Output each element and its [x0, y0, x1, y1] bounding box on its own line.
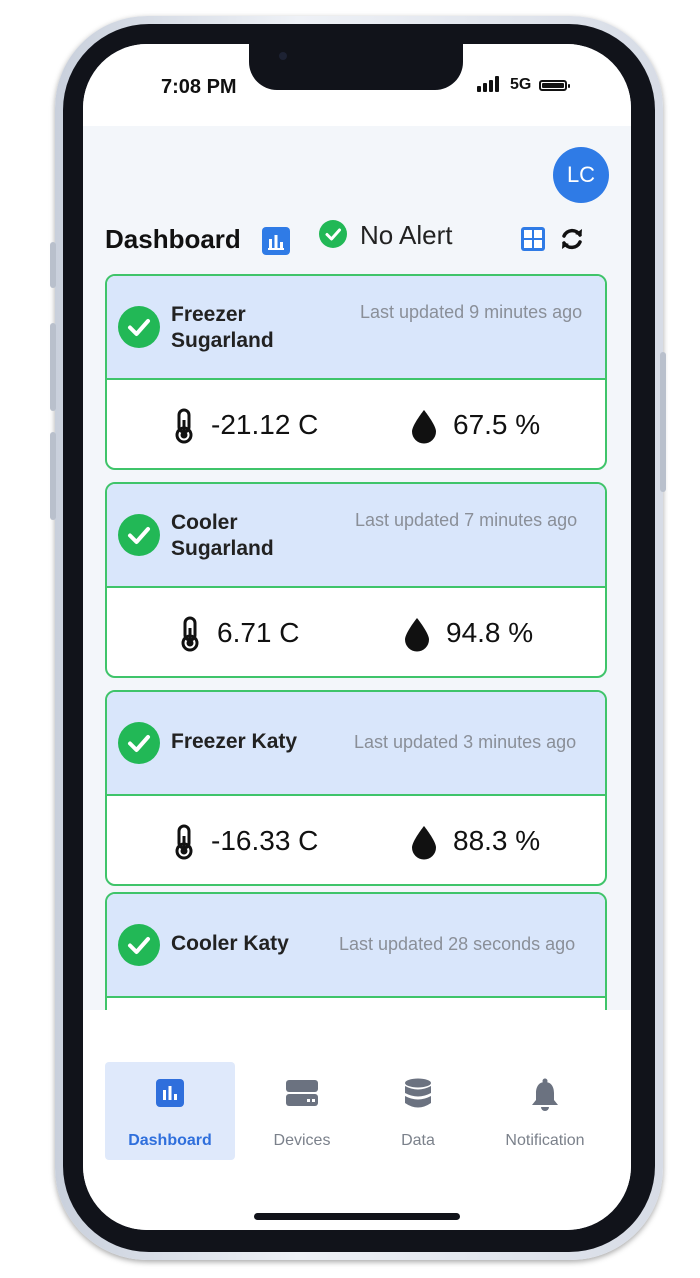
bar-chart-icon [155, 1078, 185, 1113]
volume-down-button [50, 432, 56, 520]
status-bar: 7:08 PM 5G [83, 44, 631, 126]
device-name: Freezer Sugarland [171, 303, 274, 352]
device-name: Cooler Sugarland [171, 511, 274, 560]
device-card[interactable]: Cooler Katy Last updated 28 seconds ago [105, 892, 607, 1010]
temperature-value: -21.12 C [211, 409, 319, 440]
user-avatar[interactable]: LC [553, 147, 609, 203]
bar-chart-icon [262, 227, 290, 255]
humidity-value: 94.8 % [446, 617, 534, 648]
status-check-icon [118, 722, 160, 764]
signal-icon [477, 76, 499, 92]
thermometer-icon [173, 408, 195, 444]
nav-label: Dashboard [128, 1132, 212, 1149]
status-time: 7:08 PM [161, 76, 237, 98]
status-check-icon [118, 514, 160, 556]
page-title: Dashboard [105, 224, 241, 254]
nav-dashboard[interactable]: Dashboard [105, 1062, 235, 1160]
nav-data[interactable]: Data [353, 1062, 483, 1160]
device-readings: 6.71 C 94.8 % [107, 588, 605, 676]
device-readings: -16.33 C 88.3 % [107, 796, 605, 884]
power-button [660, 352, 666, 492]
humidity-value: 67.5 % [453, 409, 541, 440]
last-updated: Last updated 7 minutes ago [355, 510, 578, 530]
humidity-drop-icon [402, 616, 432, 652]
alert-status: No Alert [360, 220, 453, 250]
nav-label: Devices [273, 1132, 331, 1149]
alert-check-icon [319, 220, 347, 248]
server-icon [285, 1078, 319, 1113]
humidity-drop-icon [409, 824, 439, 860]
device-name: Freezer Katy [171, 730, 298, 753]
home-indicator[interactable] [254, 1213, 460, 1220]
mute-switch [50, 242, 56, 288]
nav-label: Data [401, 1132, 435, 1149]
device-card-header: Cooler Sugarland Last updated 7 minutes … [107, 484, 605, 588]
refresh-icon[interactable] [557, 224, 587, 254]
nav-label: Notification [505, 1132, 585, 1149]
bell-icon [530, 1078, 560, 1117]
thermometer-icon [179, 616, 201, 652]
nav-notification[interactable]: Notification [480, 1062, 610, 1160]
temperature-value: -16.33 C [211, 825, 319, 856]
device-card-header: Freezer Katy Last updated 3 minutes ago [107, 692, 605, 796]
bottom-nav: Dashboard Devices Data Notification [83, 1010, 631, 1230]
status-check-icon [118, 306, 160, 348]
battery-icon [539, 80, 570, 91]
nav-devices[interactable]: Devices [237, 1062, 367, 1160]
thermometer-icon [173, 824, 195, 860]
database-icon [403, 1078, 433, 1117]
volume-up-button [50, 323, 56, 411]
device-readings: -21.12 C 67.5 % [107, 380, 605, 468]
device-card[interactable]: Freezer Sugarland Last updated 9 minutes… [105, 274, 607, 470]
app-screen: 7:08 PM 5G LC Dashboard No Alert Freezer… [83, 44, 631, 1230]
last-updated: Last updated 3 minutes ago [354, 732, 577, 752]
humidity-drop-icon [409, 408, 439, 444]
temperature-value: 6.71 C [217, 617, 300, 648]
humidity-value: 88.3 % [453, 825, 541, 856]
status-check-icon [118, 924, 160, 966]
device-readings [107, 998, 605, 1010]
device-list[interactable]: Freezer Sugarland Last updated 9 minutes… [105, 274, 609, 1010]
device-card[interactable]: Freezer Katy Last updated 3 minutes ago … [105, 690, 607, 886]
network-type: 5G [510, 76, 532, 93]
last-updated: Last updated 9 minutes ago [360, 302, 583, 322]
device-card[interactable]: Cooler Sugarland Last updated 7 minutes … [105, 482, 607, 678]
last-updated: Last updated 28 seconds ago [339, 934, 576, 954]
device-card-header: Cooler Katy Last updated 28 seconds ago [107, 894, 605, 998]
device-card-header: Freezer Sugarland Last updated 9 minutes… [107, 276, 605, 380]
grid-view-icon[interactable] [519, 225, 547, 253]
notch [249, 44, 463, 90]
